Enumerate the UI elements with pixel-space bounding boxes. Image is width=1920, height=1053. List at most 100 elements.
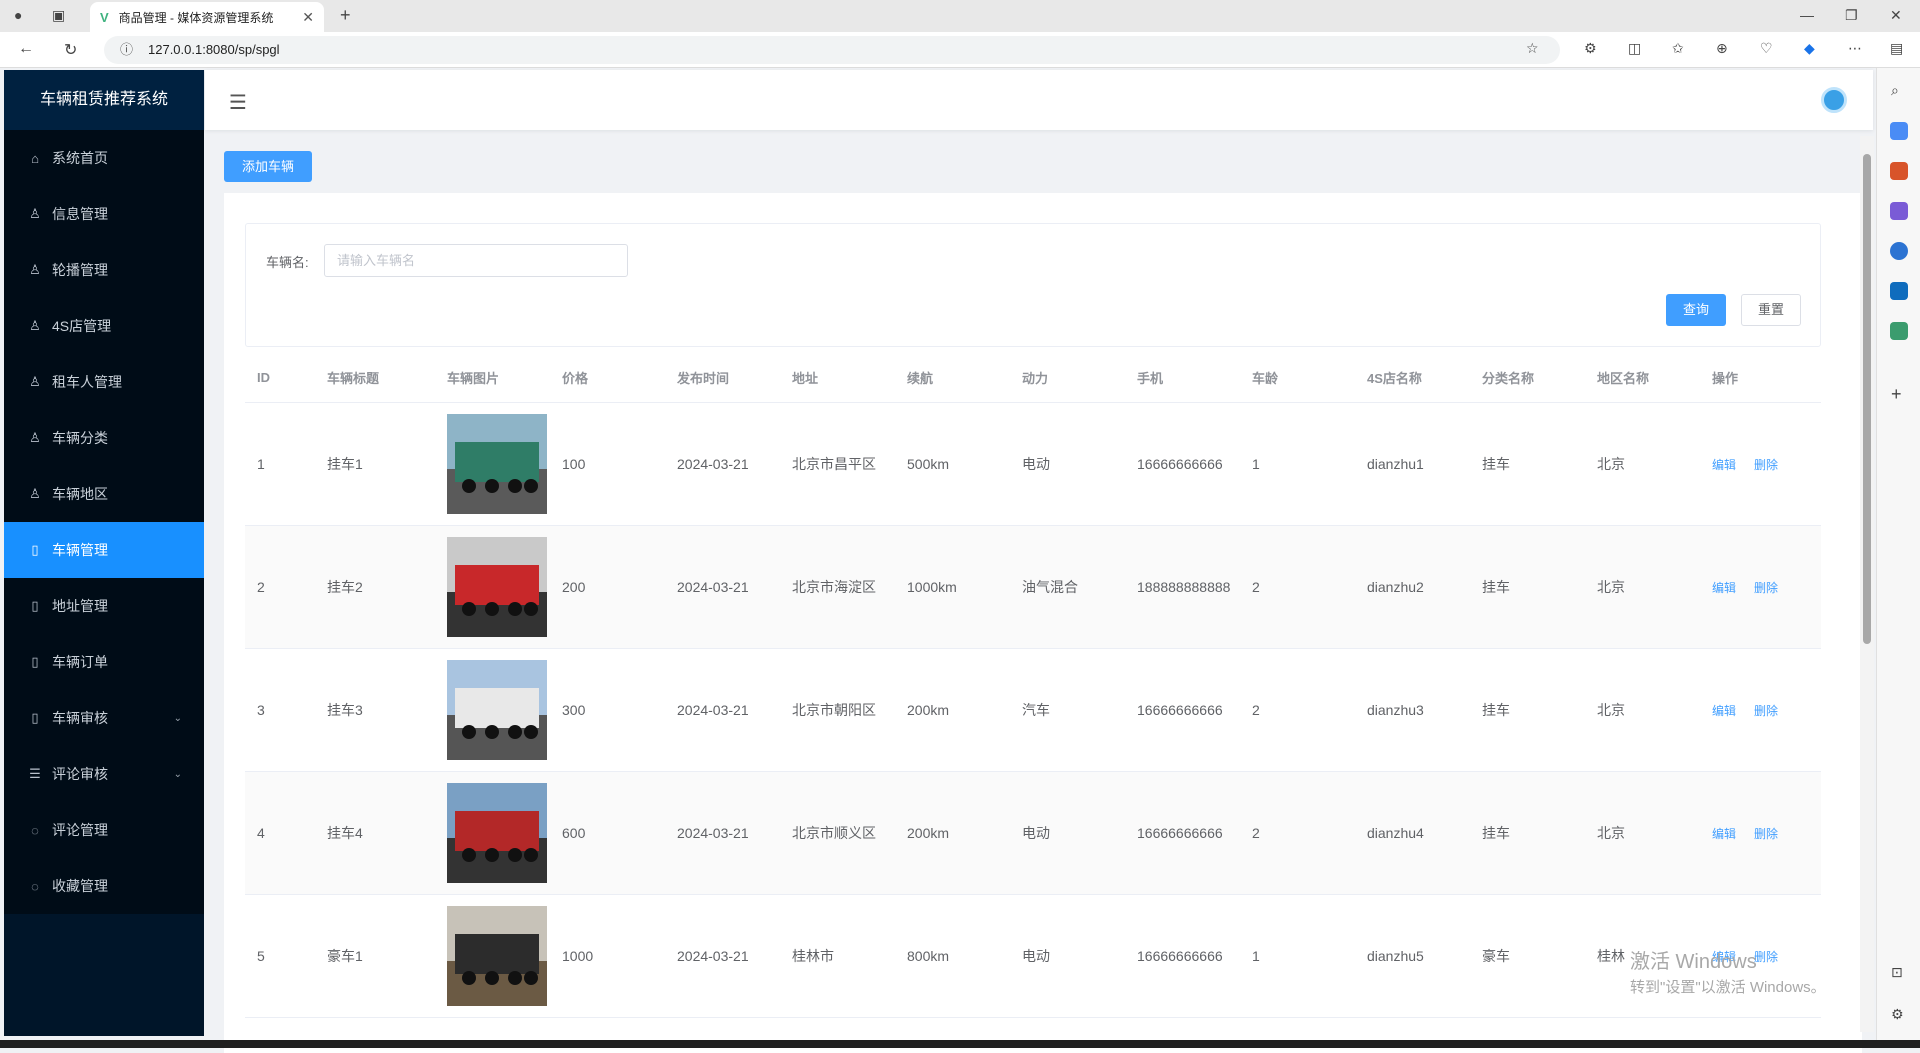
cell-price: 100 xyxy=(562,456,586,472)
cell-category: 挂车 xyxy=(1482,456,1510,472)
settings-icon[interactable]: ⚙ xyxy=(1891,1006,1904,1023)
tools-icon[interactable] xyxy=(1890,162,1908,180)
restore-icon[interactable]: ❐ xyxy=(1845,7,1858,24)
refresh-icon[interactable]: ↻ xyxy=(64,40,77,60)
profile-icon[interactable]: ● xyxy=(14,7,22,23)
cell-id: 3 xyxy=(257,702,265,718)
add-vehicle-button[interactable]: 添加车辆 xyxy=(224,151,312,182)
sidebar-item-label: 轮播管理 xyxy=(52,262,108,278)
sidebar-menu: ⌂ 系统首页 ♙ 信息管理 ♙ 轮播管理 ♙ 4S店管理 ♙ 租车人管理 ♙ 车辆分类 ♙ 车辆地区 ▯ 车辆… xyxy=(4,130,204,914)
vehicle-image xyxy=(447,906,547,1006)
actions-cell: 编辑 删除 xyxy=(1700,825,1810,842)
sidebar-item[interactable]: ▯ 车辆订单 xyxy=(4,634,204,690)
delete-link[interactable]: 删除 xyxy=(1754,827,1778,841)
document-icon: ▯ xyxy=(31,710,39,725)
vehicle-image xyxy=(447,537,547,637)
send-icon[interactable] xyxy=(1890,322,1908,340)
back-icon[interactable]: ← xyxy=(18,40,34,58)
extensions-icon[interactable]: ⚙ xyxy=(1584,40,1597,57)
column-header: 发布时间 xyxy=(677,371,730,386)
chevron-down-icon: ⌄ xyxy=(173,712,182,724)
delete-link[interactable]: 删除 xyxy=(1754,704,1778,718)
column-header: ID xyxy=(257,370,270,385)
sidebar-item-label: 评论审核 xyxy=(52,766,108,782)
cell-range: 800km xyxy=(907,948,950,964)
cell-title: 挂车2 xyxy=(327,579,363,595)
add-rail-icon[interactable]: + xyxy=(1891,384,1902,405)
sidebar-item[interactable]: ♙ 轮播管理 xyxy=(4,242,204,298)
sidebar-item[interactable]: ♙ 车辆分类 xyxy=(4,410,204,466)
cell-shop: dianzhu3 xyxy=(1367,702,1424,718)
actions-cell: 编辑 删除 xyxy=(1700,579,1810,596)
image-cell xyxy=(435,783,550,883)
edit-link[interactable]: 编辑 xyxy=(1712,704,1736,718)
vehicle-image xyxy=(447,783,547,883)
avatar[interactable] xyxy=(1821,87,1847,113)
tab-actions-icon[interactable]: ▣ xyxy=(52,7,65,24)
cell-phone: 16666666666 xyxy=(1137,948,1223,964)
sidebar-item[interactable]: ☰ 评论审核 ⌄ xyxy=(4,746,204,802)
outlook-icon[interactable] xyxy=(1890,282,1908,300)
cell-date: 2024-03-21 xyxy=(677,702,749,718)
games-icon[interactable] xyxy=(1890,202,1908,220)
tab-title: 商品管理 - 媒体资源管理系统 xyxy=(118,10,274,25)
content-card: 车辆名: 请输入车辆名 查询 重置 ID 车辆标题 车辆图片 价格 发布时间 地址 续航 动力… xyxy=(224,193,1862,1053)
scroll-thumb[interactable] xyxy=(1863,154,1871,644)
search-icon[interactable]: ⌕ xyxy=(1891,82,1899,99)
edit-link[interactable]: 编辑 xyxy=(1712,581,1736,595)
sidebar-item[interactable]: ▯ 地址管理 xyxy=(4,578,204,634)
sidebar-item[interactable]: ♙ 4S店管理 xyxy=(4,298,204,354)
cell-address: 北京市海淀区 xyxy=(792,579,876,595)
delete-link[interactable]: 删除 xyxy=(1754,581,1778,595)
image-cell xyxy=(435,537,550,637)
column-header: 手机 xyxy=(1137,371,1164,386)
page-scrollbar[interactable] xyxy=(1860,136,1874,1032)
sidebar-item[interactable]: ♙ 租车人管理 xyxy=(4,354,204,410)
sidebar-toggle-icon[interactable]: ▤ xyxy=(1890,40,1903,57)
query-button[interactable]: 查询 xyxy=(1666,294,1726,326)
edit-link[interactable]: 编辑 xyxy=(1712,827,1736,841)
collections-icon[interactable]: ⊕ xyxy=(1716,40,1728,57)
menu-toggle-icon[interactable]: ☰ xyxy=(229,90,247,115)
watermark-subtitle: 转到"设置"以激活 Windows。 xyxy=(1630,979,1826,996)
edit-link[interactable]: 编辑 xyxy=(1712,458,1736,472)
cell-title: 挂车3 xyxy=(327,702,363,718)
sidebar-item[interactable]: ◌ 评论管理 xyxy=(4,802,204,858)
browser-essentials-icon[interactable]: ♡ xyxy=(1760,40,1773,57)
image-cell xyxy=(435,414,550,514)
favorite-star-icon[interactable]: ☆ xyxy=(1526,40,1539,57)
cell-region: 北京 xyxy=(1597,702,1625,718)
microsoft-365-icon[interactable] xyxy=(1890,242,1908,260)
url-field[interactable]: ⓘ 127.0.0.1:8080/sp/spgl xyxy=(104,36,1560,64)
column-header: 操作 xyxy=(1712,371,1739,386)
site-info-icon[interactable]: ⓘ xyxy=(120,36,133,64)
new-tab-icon[interactable]: + xyxy=(340,5,351,26)
shopping-icon[interactable] xyxy=(1890,122,1908,140)
close-tab-icon[interactable]: ✕ xyxy=(302,9,314,26)
split-screen-icon[interactable]: ◫ xyxy=(1628,40,1641,57)
search-input[interactable]: 请输入车辆名 xyxy=(324,244,628,277)
cell-range: 200km xyxy=(907,825,950,841)
favorites-icon[interactable]: ✩ xyxy=(1672,40,1684,57)
column-header: 4S店名称 xyxy=(1367,371,1422,386)
minimize-icon[interactable]: — xyxy=(1800,7,1814,23)
copilot-icon[interactable]: ◆ xyxy=(1804,40,1815,57)
column-header: 动力 xyxy=(1022,371,1049,386)
reset-button[interactable]: 重置 xyxy=(1741,294,1801,326)
sidebar-item[interactable]: ⌂ 系统首页 xyxy=(4,130,204,186)
more-icon[interactable]: ⋯ xyxy=(1848,40,1862,57)
screenshot-icon[interactable]: ⊡ xyxy=(1891,964,1903,981)
sidebar-item[interactable]: ▯ 车辆管理 xyxy=(4,522,204,578)
document-icon: ▯ xyxy=(31,542,39,557)
sidebar-item[interactable]: ♙ 车辆地区 xyxy=(4,466,204,522)
delete-link[interactable]: 删除 xyxy=(1754,458,1778,472)
cell-age: 2 xyxy=(1252,825,1260,841)
table-row: 5 豪车1 1000 2024-03-21 桂林市 800km 电动 16666666666 1… xyxy=(245,895,1821,1018)
active-tab[interactable]: V 商品管理 - 媒体资源管理系统 ✕ xyxy=(90,2,324,32)
sidebar-item[interactable]: ▯ 车辆审核 ⌄ xyxy=(4,690,204,746)
sidebar-item[interactable]: ♙ 信息管理 xyxy=(4,186,204,242)
sidebar-item-label: 车辆订单 xyxy=(52,654,108,670)
close-window-icon[interactable]: ✕ xyxy=(1890,7,1902,24)
column-header: 续航 xyxy=(907,371,934,386)
sidebar-item[interactable]: ◌ 收藏管理 xyxy=(4,858,204,914)
